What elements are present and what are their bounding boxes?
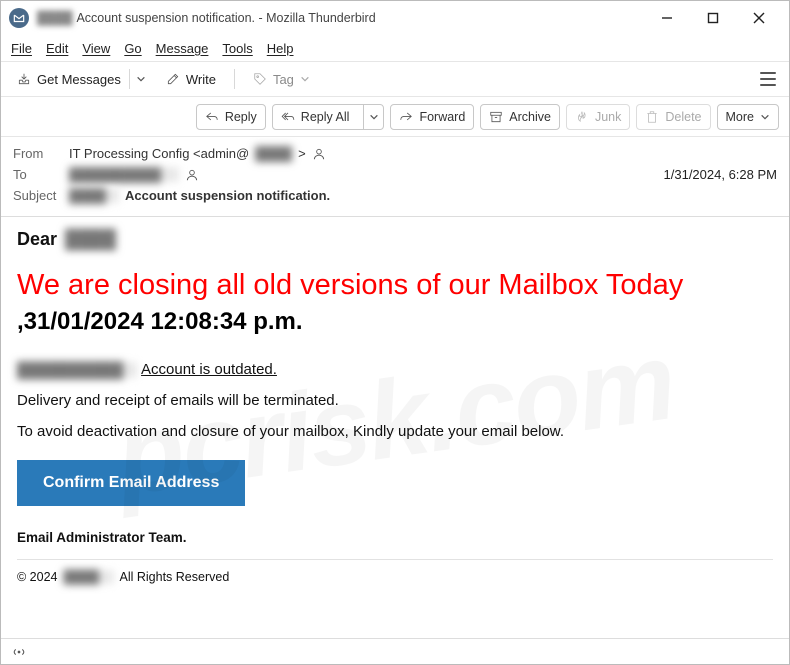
statusbar bbox=[1, 638, 789, 664]
menu-go[interactable]: Go bbox=[124, 41, 141, 56]
app-menu-button[interactable] bbox=[757, 68, 779, 90]
main-toolbar: Get Messages Write Tag bbox=[1, 61, 789, 97]
archive-icon bbox=[489, 110, 503, 124]
chevron-down-icon bbox=[760, 112, 770, 122]
get-messages-label: Get Messages bbox=[37, 72, 121, 87]
confirm-email-button[interactable]: Confirm Email Address bbox=[17, 460, 245, 506]
more-label: More bbox=[726, 110, 754, 124]
window-controls bbox=[645, 3, 781, 33]
menu-view[interactable]: View bbox=[82, 41, 110, 56]
copyright-redacted: ████ bbox=[64, 570, 114, 584]
chevron-down-icon bbox=[300, 74, 310, 84]
reply-icon bbox=[205, 110, 219, 124]
reply-label: Reply bbox=[225, 110, 257, 124]
from-value: IT Processing Config <admin@████> bbox=[69, 146, 777, 161]
close-button[interactable] bbox=[737, 3, 781, 33]
reply-all-dropdown[interactable] bbox=[363, 105, 383, 129]
subject-label: Subject bbox=[13, 188, 69, 203]
message-actionbar: Reply Reply All Forward Archive Junk Del… bbox=[1, 97, 789, 137]
from-redacted: ████ bbox=[255, 146, 292, 161]
to-label: To bbox=[13, 167, 69, 182]
body-para-1: Delivery and receipt of emails will be t… bbox=[17, 392, 773, 409]
tag-label: Tag bbox=[273, 72, 294, 87]
pencil-icon bbox=[166, 72, 180, 86]
forward-icon bbox=[399, 110, 413, 124]
reply-all-icon bbox=[281, 110, 295, 124]
archive-button[interactable]: Archive bbox=[480, 104, 560, 130]
get-messages-dropdown[interactable] bbox=[132, 67, 150, 91]
signature: Email Administrator Team. bbox=[17, 530, 773, 545]
reply-all-button[interactable]: Reply All bbox=[272, 104, 385, 130]
menubar: File Edit View Go Message Tools Help bbox=[1, 35, 789, 61]
subject-value: Account suspension notification. bbox=[125, 188, 330, 203]
subject-redacted: ████ bbox=[69, 188, 119, 203]
account-outdated-line: ██████████ Account is outdated. bbox=[17, 361, 773, 378]
chevron-down-icon bbox=[136, 74, 146, 84]
tag-icon bbox=[253, 72, 267, 86]
contact-icon[interactable] bbox=[185, 168, 199, 182]
to-redacted: ██████████ bbox=[69, 167, 179, 182]
title-text: Account suspension notification. - Mozil… bbox=[76, 11, 375, 25]
forward-button[interactable]: Forward bbox=[390, 104, 474, 130]
archive-label: Archive bbox=[509, 110, 551, 124]
reply-button[interactable]: Reply bbox=[196, 104, 266, 130]
tag-button[interactable]: Tag bbox=[247, 68, 316, 91]
separator bbox=[234, 69, 235, 89]
app-window: ████ Account suspension notification. - … bbox=[0, 0, 790, 665]
inbox-icon bbox=[17, 72, 31, 86]
menu-tools[interactable]: Tools bbox=[222, 41, 252, 56]
window-title: ████ Account suspension notification. - … bbox=[37, 11, 645, 25]
junk-button[interactable]: Junk bbox=[566, 104, 630, 130]
account-redacted: ██████████ bbox=[17, 362, 137, 378]
headline-date: ,31/01/2024 12:08:34 p.m. bbox=[17, 308, 303, 335]
titlebar: ████ Account suspension notification. - … bbox=[1, 1, 789, 35]
forward-label: Forward bbox=[419, 110, 465, 124]
more-button[interactable]: More bbox=[717, 104, 779, 130]
write-label: Write bbox=[186, 72, 216, 87]
headline: We are closing all old versions of our M… bbox=[17, 268, 773, 339]
reply-all-label: Reply All bbox=[301, 110, 350, 124]
contact-icon[interactable] bbox=[312, 147, 326, 161]
menu-file[interactable]: File bbox=[11, 41, 32, 56]
connection-icon[interactable] bbox=[11, 644, 27, 660]
flame-icon bbox=[575, 110, 589, 124]
delete-label: Delete bbox=[665, 110, 701, 124]
greeting: Dear ████ bbox=[17, 229, 773, 250]
delete-button[interactable]: Delete bbox=[636, 104, 710, 130]
menu-edit[interactable]: Edit bbox=[46, 41, 68, 56]
app-icon bbox=[9, 8, 29, 28]
from-label: From bbox=[13, 146, 69, 161]
get-messages-button[interactable]: Get Messages bbox=[11, 68, 127, 91]
trash-icon bbox=[645, 110, 659, 124]
title-redacted: ████ bbox=[37, 11, 72, 25]
chevron-down-icon bbox=[369, 112, 379, 122]
minimize-button[interactable] bbox=[645, 3, 689, 33]
write-button[interactable]: Write bbox=[160, 68, 222, 91]
separator bbox=[129, 69, 130, 89]
junk-label: Junk bbox=[595, 110, 621, 124]
menu-help[interactable]: Help bbox=[267, 41, 294, 56]
message-header: From IT Processing Config <admin@████> T… bbox=[1, 137, 789, 217]
greeting-redacted: ████ bbox=[65, 229, 115, 250]
message-body: pcrisk.com Dear ████ We are closing all … bbox=[1, 217, 789, 638]
message-date: 1/31/2024, 6:28 PM bbox=[664, 167, 777, 182]
menu-message[interactable]: Message bbox=[156, 41, 209, 56]
copyright: © 2024 ████ All Rights Reserved bbox=[17, 559, 773, 584]
maximize-button[interactable] bbox=[691, 3, 735, 33]
body-para-2: To avoid deactivation and closure of you… bbox=[17, 423, 773, 440]
